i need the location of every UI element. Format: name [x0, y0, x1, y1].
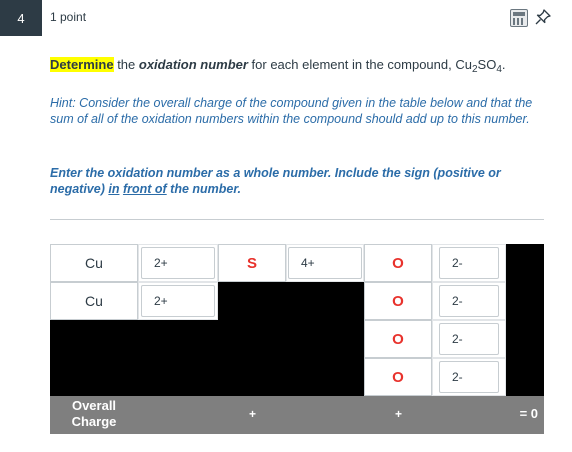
hint-text: Hint: Consider the overall charge of the…: [50, 96, 533, 126]
overall-label-line1: Overall: [71, 398, 117, 413]
overall-charge-row: Overall Charge + + = 0: [50, 396, 544, 434]
element-cell: S: [218, 244, 286, 282]
table-row: Cu 2+ O 2-: [50, 282, 544, 320]
table-row: O 2-: [50, 358, 544, 396]
overall-label-line2: Charge: [71, 414, 117, 429]
calculator-icon[interactable]: [510, 9, 528, 27]
prompt-text: the: [113, 57, 139, 72]
element-cell: O: [364, 358, 432, 396]
answer-cell: 2-: [432, 358, 506, 396]
instruction-part2: the number.: [166, 182, 242, 196]
overall-charge-label: Overall Charge: [50, 398, 138, 430]
blank-cell: [286, 320, 364, 358]
blank-cell: [506, 282, 544, 320]
plus-sign: +: [249, 407, 257, 421]
instruction-link-front-of: front of: [122, 182, 167, 196]
blank-cell: [286, 358, 364, 396]
answer-input[interactable]: 2-: [439, 361, 499, 393]
answer-cell: 2+: [138, 282, 218, 320]
prompt-emphasis: oxidation number: [138, 57, 248, 72]
blank-cell: [286, 282, 364, 320]
element-cell: O: [364, 320, 432, 358]
answer-cell: 2+: [138, 244, 218, 282]
answer-input[interactable]: 2+: [141, 247, 215, 279]
pin-icon[interactable]: [534, 8, 552, 26]
answer-cell: 2-: [432, 320, 506, 358]
table-row: O 2-: [50, 320, 544, 358]
answer-cell: 2-: [432, 244, 506, 282]
blank-cell: [506, 358, 544, 396]
prompt-so: SO: [477, 57, 497, 72]
highlighted-keyword: Determine: [50, 57, 114, 72]
answer-input[interactable]: 2-: [439, 323, 499, 355]
instruction-link-in: in: [108, 182, 120, 196]
element-cell: Cu: [50, 282, 138, 320]
blank-cell: [506, 320, 544, 358]
blank-cell: [50, 358, 138, 396]
answer-cell: 2-: [432, 282, 506, 320]
question-prompt: Determine the oxidation number for each …: [50, 57, 506, 78]
blank-cell: [506, 244, 544, 282]
blank-cell: [138, 358, 218, 396]
prompt-text-2: for each element in the compound, Cu: [247, 57, 472, 72]
plus-sign: +: [395, 407, 403, 421]
instruction-text: Enter the oxidation number as a whole nu…: [50, 165, 544, 197]
question-number: 4: [0, 0, 42, 36]
answer-input[interactable]: 2-: [439, 247, 499, 279]
answer-cell: 4+: [286, 244, 364, 282]
answer-input[interactable]: 2+: [141, 285, 215, 317]
blank-cell: [218, 358, 286, 396]
element-cell: O: [364, 282, 432, 320]
blank-cell: [138, 320, 218, 358]
total-charge: = 0: [519, 406, 538, 421]
prompt-dot: .: [501, 57, 506, 72]
blank-cell: [218, 282, 286, 320]
answer-input[interactable]: 4+: [288, 247, 362, 279]
blank-cell: [218, 320, 286, 358]
table-row: Cu 2+ S 4+ O 2-: [50, 244, 544, 282]
element-cell: Cu: [50, 244, 138, 282]
blank-cell: [50, 320, 138, 358]
question-points: 1 point: [50, 10, 87, 24]
element-cell: O: [364, 244, 432, 282]
answer-input[interactable]: 2-: [439, 285, 499, 317]
divider: [50, 219, 544, 220]
